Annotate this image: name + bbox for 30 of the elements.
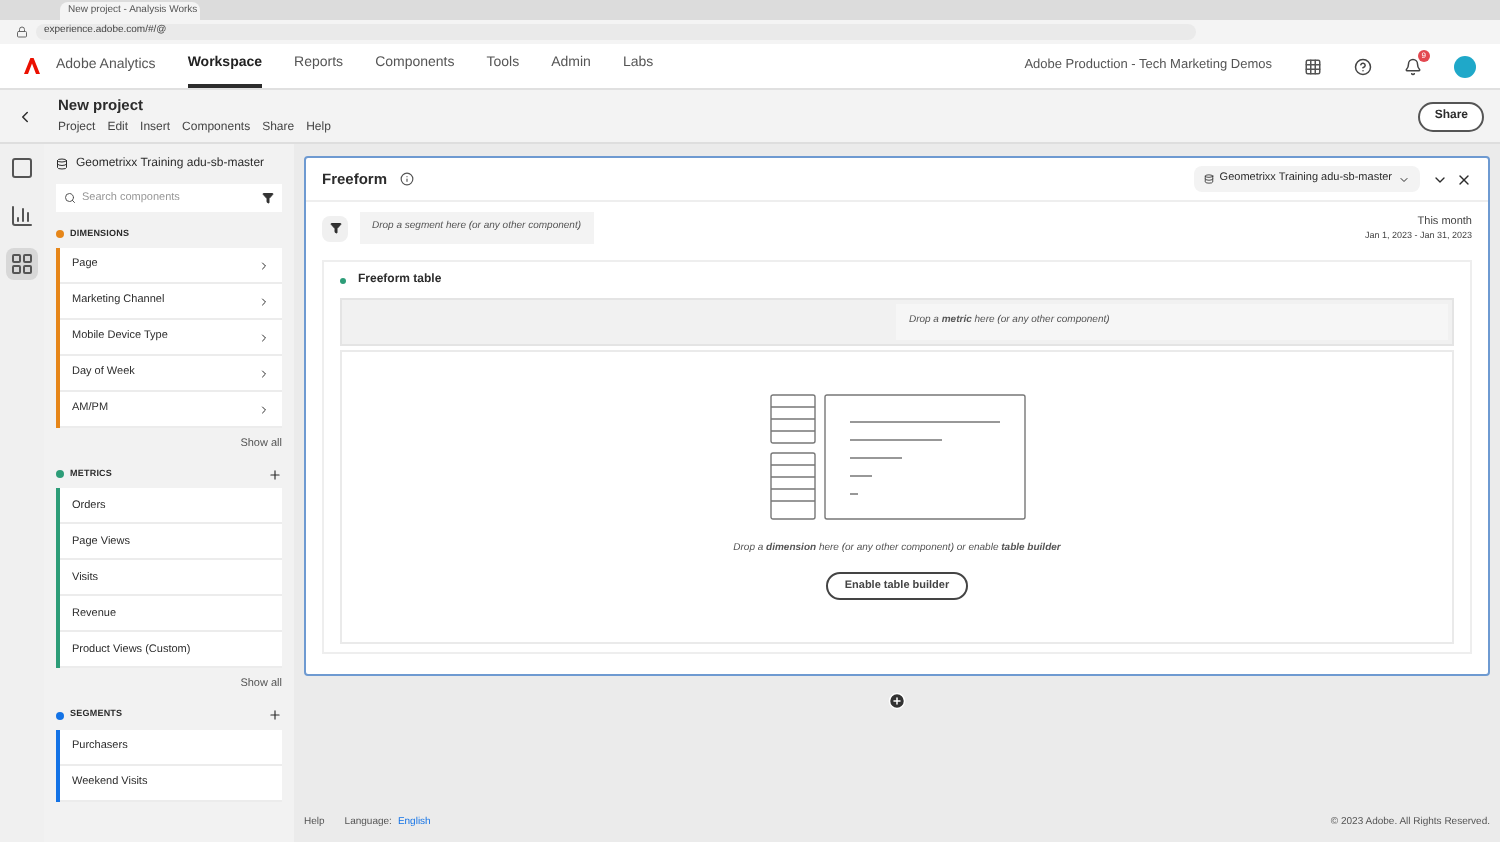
- chevron-icon: [258, 259, 270, 271]
- lock-icon: [16, 26, 28, 38]
- rail-button[interactable]: [6, 152, 38, 184]
- search-icon: [56, 184, 82, 212]
- filter-icon[interactable]: [254, 184, 282, 212]
- rail-button[interactable]: [6, 200, 38, 232]
- add-icon[interactable]: [268, 708, 282, 722]
- chevron-icon: [258, 403, 270, 415]
- info-icon[interactable]: [399, 172, 414, 186]
- bell-icon[interactable]: [1404, 57, 1422, 75]
- caret-icon: [1398, 173, 1410, 185]
- avatar[interactable]: [1454, 55, 1476, 77]
- chevron-icon: [258, 367, 270, 379]
- filter-icon: [329, 222, 341, 234]
- chevron-icon: [258, 331, 270, 343]
- chart-icon: [10, 204, 34, 228]
- database-icon: [56, 158, 68, 170]
- apps-icon[interactable]: [1304, 57, 1322, 75]
- panel-icon: [10, 156, 34, 180]
- help-icon[interactable]: [1354, 57, 1372, 75]
- segment-filter-button[interactable]: [322, 215, 348, 241]
- add-panel-icon[interactable]: [888, 692, 906, 710]
- chevron-icon: [258, 295, 270, 307]
- logo-icon: [24, 58, 40, 74]
- close-icon[interactable]: [1456, 171, 1472, 187]
- add-icon[interactable]: [268, 467, 282, 482]
- components-icon: [10, 252, 34, 276]
- database-icon: [1203, 174, 1214, 184]
- rail-button[interactable]: [6, 248, 38, 280]
- back-icon[interactable]: [16, 107, 34, 125]
